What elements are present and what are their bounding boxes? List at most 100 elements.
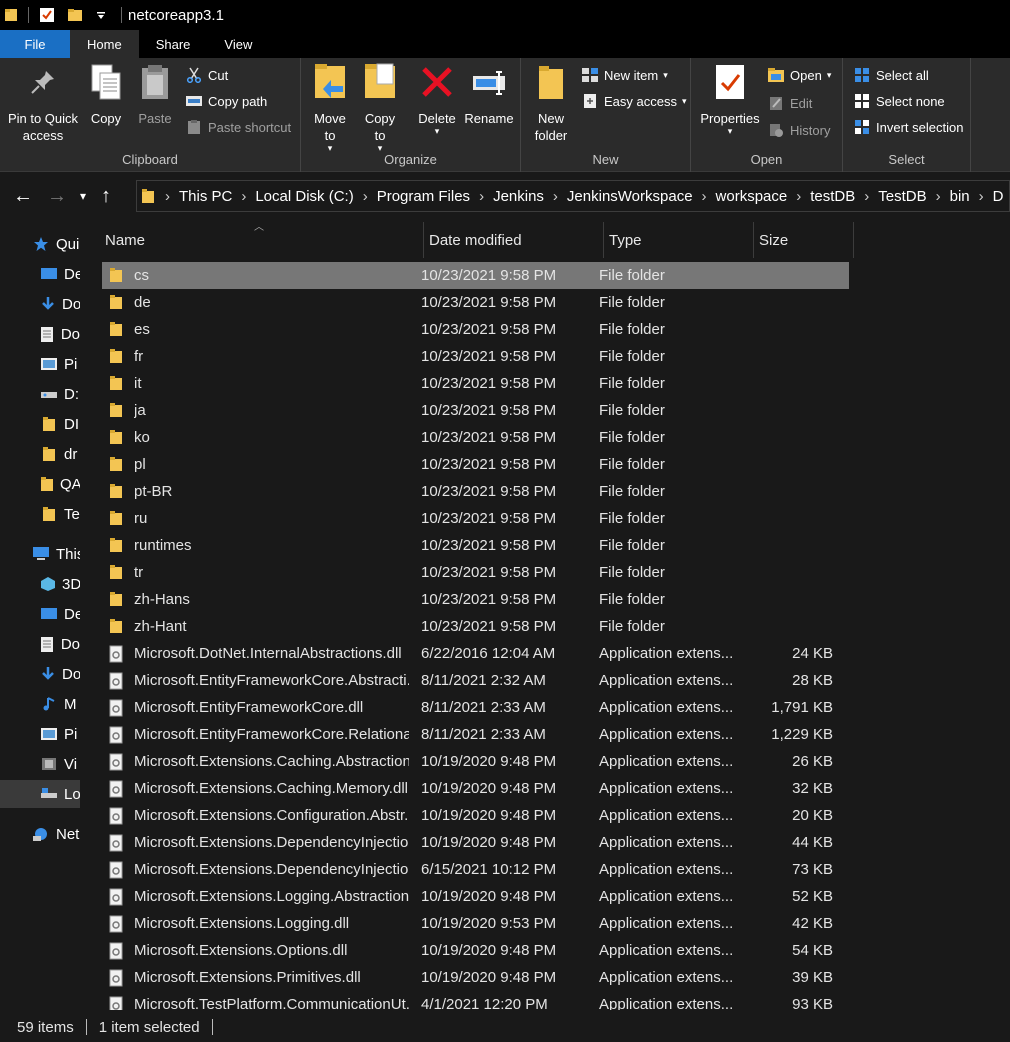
column-date-modified[interactable]: Date modified <box>424 222 604 258</box>
file-row[interactable]: Microsoft.Extensions.Caching.Abstraction… <box>102 748 849 775</box>
sidebar-item[interactable]: Vi <box>0 750 80 778</box>
breadcrumb-item[interactable]: TestDB <box>871 188 933 205</box>
history-button[interactable]: History <box>767 119 830 141</box>
breadcrumb-item[interactable]: workspace <box>709 188 795 205</box>
file-row[interactable]: ru 10/23/2021 9:58 PM File folder <box>102 505 849 532</box>
file-row[interactable]: Microsoft.EntityFrameworkCore.Relationa.… <box>102 721 849 748</box>
chevron-right-icon[interactable]: › <box>977 188 986 205</box>
paste-button[interactable]: Paste <box>135 62 175 127</box>
sidebar-item[interactable]: Do <box>0 290 80 318</box>
customize-toolbar-icon[interactable] <box>95 9 107 21</box>
file-row[interactable]: Microsoft.Extensions.DependencyInjectio.… <box>102 856 849 883</box>
breadcrumb-item[interactable]: Program Files <box>370 188 477 205</box>
tab-home[interactable]: Home <box>70 30 139 58</box>
sidebar-item[interactable]: This <box>0 540 80 568</box>
breadcrumb-item[interactable]: Jenkins <box>486 188 551 205</box>
breadcrumb-item[interactable]: testDB <box>803 188 862 205</box>
column-size[interactable]: Size <box>754 222 854 258</box>
sidebar-item[interactable]: De <box>0 600 80 628</box>
tab-share[interactable]: Share <box>139 30 208 58</box>
pin-to-quick-access-button[interactable]: Pin to Quick access <box>4 62 82 144</box>
back-button[interactable]: ← <box>6 179 40 213</box>
breadcrumb-item[interactable]: JenkinsWorkspace <box>560 188 700 205</box>
file-row[interactable]: Microsoft.DotNet.InternalAbstractions.dl… <box>102 640 849 667</box>
breadcrumb-item[interactable]: bin <box>943 188 977 205</box>
chevron-right-icon[interactable]: › <box>794 188 803 205</box>
open-button[interactable]: Open ▾ <box>767 64 831 86</box>
properties-button[interactable]: Properties ▾ <box>697 62 763 136</box>
tab-view[interactable]: View <box>207 30 269 58</box>
sidebar-item[interactable]: Do <box>0 630 80 658</box>
file-row[interactable]: it 10/23/2021 9:58 PM File folder <box>102 370 849 397</box>
sidebar-item[interactable]: dr <box>0 440 80 468</box>
sidebar-item[interactable]: Pi <box>0 720 80 748</box>
chevron-right-icon[interactable]: › <box>477 188 486 205</box>
up-button[interactable]: ↑ <box>92 179 120 213</box>
sidebar-item[interactable]: M <box>0 690 80 718</box>
sidebar-item[interactable]: Do <box>0 660 80 688</box>
file-row[interactable]: Microsoft.Extensions.Caching.Memory.dll 1… <box>102 775 849 802</box>
delete-button[interactable]: Delete ▾ <box>415 62 459 136</box>
file-row[interactable]: zh-Hans 10/23/2021 9:58 PM File folder <box>102 586 849 613</box>
paste-shortcut-button[interactable]: Paste shortcut <box>185 116 291 138</box>
file-row[interactable]: Microsoft.Extensions.Logging.Abstraction… <box>102 883 849 910</box>
copy-button[interactable]: Copy <box>86 62 126 127</box>
invert-selection-button[interactable]: Invert selection <box>853 116 963 138</box>
sidebar-item[interactable]: Te <box>0 500 80 528</box>
file-row[interactable]: pt-BR 10/23/2021 9:58 PM File folder <box>102 478 849 505</box>
file-row[interactable]: Microsoft.EntityFrameworkCore.dll 8/11/20… <box>102 694 849 721</box>
chevron-right-icon[interactable]: › <box>934 188 943 205</box>
edit-button[interactable]: Edit <box>767 92 812 114</box>
select-all-button[interactable]: Select all <box>853 64 929 86</box>
file-row[interactable]: ja 10/23/2021 9:58 PM File folder <box>102 397 849 424</box>
easy-access-button[interactable]: Easy access ▾ <box>581 90 687 112</box>
sidebar-item[interactable]: QA <box>0 470 80 498</box>
file-row[interactable]: Microsoft.Extensions.Options.dll 10/19/20… <box>102 937 849 964</box>
new-folder-quick-icon[interactable] <box>67 7 83 23</box>
rename-button[interactable]: Rename <box>463 62 515 127</box>
select-none-button[interactable]: Select none <box>853 90 945 112</box>
file-row[interactable]: Microsoft.Extensions.DependencyInjectio.… <box>102 829 849 856</box>
chevron-right-icon[interactable]: › <box>239 188 248 205</box>
chevron-right-icon[interactable]: › <box>163 188 172 205</box>
file-row[interactable]: pl 10/23/2021 9:58 PM File folder <box>102 451 849 478</box>
sidebar-item[interactable]: DI <box>0 410 80 438</box>
file-row[interactable]: Microsoft.Extensions.Logging.dll 10/19/20… <box>102 910 849 937</box>
new-item-button[interactable]: New item ▾ <box>581 64 668 86</box>
file-row[interactable]: fr 10/23/2021 9:58 PM File folder <box>102 343 849 370</box>
file-row[interactable]: cs 10/23/2021 9:58 PM File folder <box>102 262 849 289</box>
sidebar-item[interactable]: Qui <box>0 230 80 258</box>
file-row[interactable]: ko 10/23/2021 9:58 PM File folder <box>102 424 849 451</box>
sidebar-item[interactable]: De <box>0 260 80 288</box>
sidebar-item[interactable]: Pi <box>0 350 80 378</box>
file-row[interactable]: Microsoft.Extensions.Configuration.Abstr… <box>102 802 849 829</box>
chevron-right-icon[interactable]: › <box>862 188 871 205</box>
move-to-button[interactable]: Move to ▾ <box>309 62 351 153</box>
file-row[interactable]: runtimes 10/23/2021 9:58 PM File folder <box>102 532 849 559</box>
tab-file[interactable]: File <box>0 30 70 58</box>
cut-button[interactable]: Cut <box>185 64 228 86</box>
sidebar-item[interactable]: Net <box>0 820 80 848</box>
forward-button[interactable]: → <box>40 179 74 213</box>
copy-path-button[interactable]: Copy path <box>185 90 267 112</box>
recent-locations-button[interactable]: ▾ <box>74 179 92 213</box>
chevron-right-icon[interactable]: › <box>361 188 370 205</box>
sidebar-item[interactable]: 3D <box>0 570 80 598</box>
file-row[interactable]: de 10/23/2021 9:58 PM File folder <box>102 289 849 316</box>
file-row[interactable]: Microsoft.Extensions.Primitives.dll 10/19… <box>102 964 849 991</box>
sidebar-item[interactable]: D: <box>0 380 80 408</box>
breadcrumb-item[interactable]: This PC <box>172 188 239 205</box>
file-row[interactable]: tr 10/23/2021 9:58 PM File folder <box>102 559 849 586</box>
breadcrumb[interactable]: › This PC › Local Disk (C:) › Program Fi… <box>136 180 1010 212</box>
file-row[interactable]: es 10/23/2021 9:58 PM File folder <box>102 316 849 343</box>
file-row[interactable]: zh-Hant 10/23/2021 9:58 PM File folder <box>102 613 849 640</box>
column-type[interactable]: Type <box>604 222 754 258</box>
file-row[interactable]: Microsoft.TestPlatform.CommunicationUt..… <box>102 991 849 1010</box>
sidebar-item[interactable]: Do <box>0 320 80 348</box>
sidebar-item[interactable]: Lo <box>0 780 80 808</box>
breadcrumb-item[interactable]: D <box>986 188 1009 205</box>
new-folder-button[interactable]: New folder <box>529 62 573 144</box>
column-name[interactable]: Name <box>100 222 424 258</box>
properties-quick-icon[interactable] <box>39 7 55 23</box>
chevron-right-icon[interactable]: › <box>551 188 560 205</box>
